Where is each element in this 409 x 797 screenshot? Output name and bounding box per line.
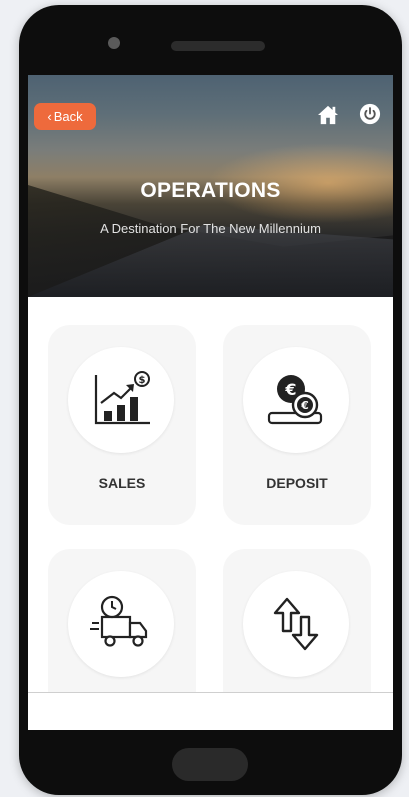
tile-icon-circle <box>243 571 349 677</box>
camera-lens <box>108 37 120 49</box>
tile-icon-circle: € € <box>243 347 349 453</box>
back-chevron-icon: ‹ <box>47 109 52 124</box>
page-subtitle: A Destination For The New Millennium <box>100 221 321 236</box>
tile-label: SALES <box>98 475 146 491</box>
operations-grid: $ SALES € € DEPOSIT <box>28 297 393 730</box>
page-title: OPERATIONS <box>140 179 281 202</box>
delivery-truck-icon <box>90 595 148 647</box>
svg-text:€: € <box>300 399 309 412</box>
deposit-coins-icon: € € <box>267 375 323 425</box>
back-button[interactable]: ‹ Back <box>34 103 96 130</box>
bottom-bar <box>28 692 393 730</box>
phone-frame: ‹ Back OPERATIONS A Destination For The … <box>19 5 402 795</box>
transfer-arrows-icon <box>273 597 319 651</box>
deposit-tile[interactable]: € € DEPOSIT <box>223 325 371 525</box>
power-icon[interactable] <box>359 103 381 125</box>
svg-text:$: $ <box>139 375 146 386</box>
sales-tile[interactable]: $ SALES <box>48 325 196 525</box>
sales-chart-icon: $ <box>94 371 150 425</box>
tile-label: DEPOSIT <box>266 475 328 491</box>
svg-text:€: € <box>284 380 296 399</box>
tile-icon-circle <box>68 571 174 677</box>
home-icon[interactable] <box>317 105 339 125</box>
tile-icon-circle: $ <box>68 347 174 453</box>
hero-banner: ‹ Back OPERATIONS A Destination For The … <box>28 75 393 297</box>
earpiece-speaker <box>171 41 265 51</box>
app-screen: ‹ Back OPERATIONS A Destination For The … <box>28 75 393 730</box>
phone-home-button[interactable] <box>172 748 248 781</box>
back-button-label: Back <box>53 109 83 124</box>
